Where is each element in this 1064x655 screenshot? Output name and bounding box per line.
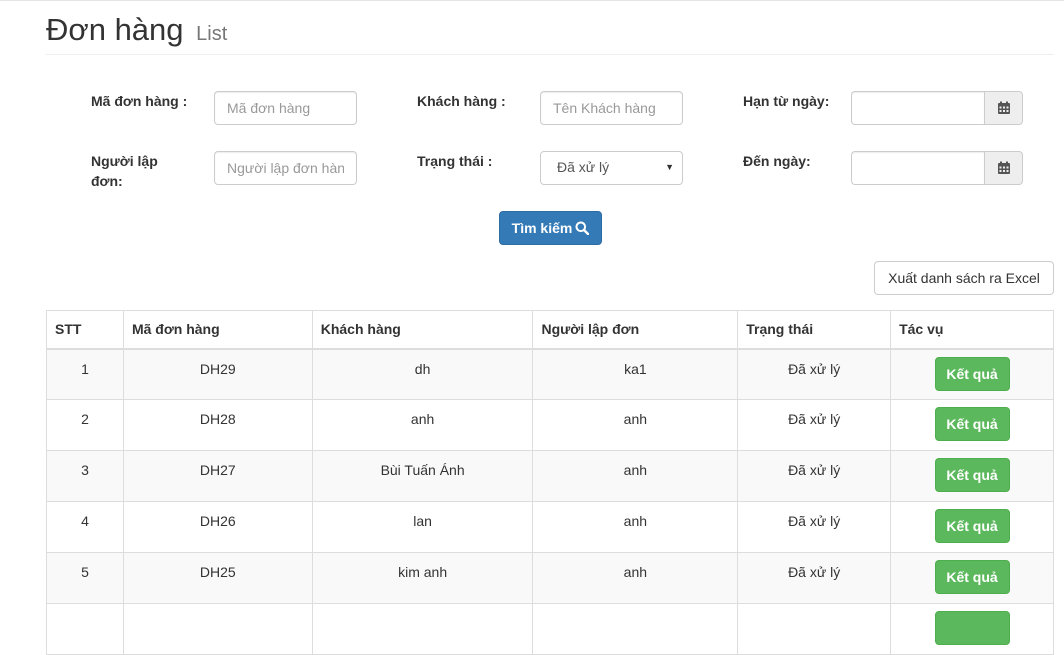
status-selected-value: Đã xử lý	[557, 159, 610, 175]
top-rule	[0, 0, 1064, 3]
creator-label: Người lập đơn:	[91, 153, 158, 189]
search-button-label: Tìm kiếm	[511, 220, 573, 236]
search-icon	[575, 221, 590, 235]
table-row: 1 DH29 dh ka1 Đã xử lý Kết quả	[46, 348, 1054, 400]
export-excel-button[interactable]: Xuất danh sách ra Excel	[874, 261, 1054, 295]
cell-stt: 5	[46, 552, 124, 604]
cell-creator: ka1	[532, 348, 739, 400]
to-date-label: Đến ngày:	[743, 153, 811, 169]
page-title: Đơn hàng List	[46, 12, 227, 48]
cell-stt: 3	[46, 450, 124, 502]
customer-input[interactable]	[540, 91, 683, 125]
table-row: 4 DH26 lan anh Đã xử lý Kết quả	[46, 501, 1054, 553]
cell-creator: anh	[532, 501, 739, 553]
cell-actions: Kết quả	[890, 450, 1054, 502]
col-header-customer[interactable]: Khách hàng	[311, 310, 534, 350]
cell-actions: Kết quả	[890, 399, 1054, 451]
cell-status: Đã xử lý	[737, 552, 892, 604]
cell-order-code: DH27	[122, 450, 313, 502]
cell-customer: dh	[311, 348, 534, 400]
search-button[interactable]: Tìm kiếm	[499, 211, 602, 245]
col-header-status[interactable]: Trạng thái	[737, 310, 892, 350]
cell-customer: anh	[311, 399, 534, 451]
result-button[interactable]: Kết quả	[934, 509, 1010, 543]
cell-actions: Kết quả	[890, 552, 1054, 604]
to-date-calendar-button[interactable]	[984, 151, 1023, 185]
cell-order-code: DH29	[122, 348, 313, 400]
table-row: 5 DH25 kim anh anh Đã xử lý Kết quả	[46, 552, 1054, 604]
cell-status: Đã xử lý	[737, 348, 892, 400]
status-label: Trạng thái :	[417, 153, 493, 169]
cell-actions: Kết quả	[890, 501, 1054, 553]
cell-customer: lan	[311, 501, 534, 553]
col-header-creator[interactable]: Người lập đơn	[532, 310, 739, 350]
caret-down-icon: ▼	[665, 162, 674, 172]
from-date-picker	[851, 91, 1023, 125]
cell-stt: 4	[46, 501, 124, 553]
calendar-icon	[997, 161, 1010, 174]
from-date-calendar-button[interactable]	[984, 91, 1023, 125]
col-header-actions: Tác vụ	[890, 310, 1054, 350]
order-code-input[interactable]	[214, 91, 357, 125]
from-date-label: Hạn từ ngày:	[743, 93, 830, 109]
to-date-input[interactable]	[851, 151, 984, 185]
calendar-icon	[997, 101, 1010, 114]
result-button[interactable]: Kết quả	[934, 356, 1010, 391]
table-header-row: STT Mã đơn hàng Khách hàng Người lập đơn…	[46, 310, 1054, 350]
result-button[interactable]	[934, 611, 1010, 645]
cell-order-code: DH25	[122, 552, 313, 604]
cell-creator: anh	[532, 399, 739, 451]
result-button[interactable]: Kết quả	[934, 458, 1010, 492]
cell-creator: anh	[532, 552, 739, 604]
cell-order-code: DH28	[122, 399, 313, 451]
result-button[interactable]: Kết quả	[934, 560, 1010, 594]
table-row-partial	[46, 603, 1054, 655]
order-code-label: Mã đơn hàng :	[91, 93, 188, 109]
creator-input[interactable]	[214, 151, 357, 185]
customer-label: Khách hàng :	[417, 93, 506, 109]
status-select[interactable]: Đã xử lý ▼	[540, 151, 683, 185]
page-header: Đơn hàng List	[46, 10, 1054, 55]
col-header-stt[interactable]: STT	[46, 310, 124, 350]
cell-actions: Kết quả	[890, 348, 1054, 400]
cell-order-code: DH26	[122, 501, 313, 553]
table-row: 2 DH28 anh anh Đã xử lý Kết quả	[46, 399, 1054, 451]
result-button[interactable]: Kết quả	[934, 407, 1010, 441]
cell-status: Đã xử lý	[737, 450, 892, 502]
page-subtitle: List	[196, 23, 228, 45]
from-date-input[interactable]	[851, 91, 984, 125]
cell-customer: kim anh	[311, 552, 534, 604]
col-header-order-code[interactable]: Mã đơn hàng	[122, 310, 313, 350]
cell-stt: 1	[46, 348, 124, 400]
cell-status: Đã xử lý	[737, 501, 892, 553]
table-row: 3 DH27 Bùi Tuấn Ánh anh Đã xử lý Kết quả	[46, 450, 1054, 502]
cell-status: Đã xử lý	[737, 399, 892, 451]
cell-stt: 2	[46, 399, 124, 451]
orders-table: STT Mã đơn hàng Khách hàng Người lập đơn…	[46, 310, 1054, 655]
cell-creator: anh	[532, 450, 739, 502]
to-date-picker	[851, 151, 1023, 185]
cell-customer: Bùi Tuấn Ánh	[311, 450, 534, 502]
page-title-text: Đơn hàng	[46, 12, 184, 47]
